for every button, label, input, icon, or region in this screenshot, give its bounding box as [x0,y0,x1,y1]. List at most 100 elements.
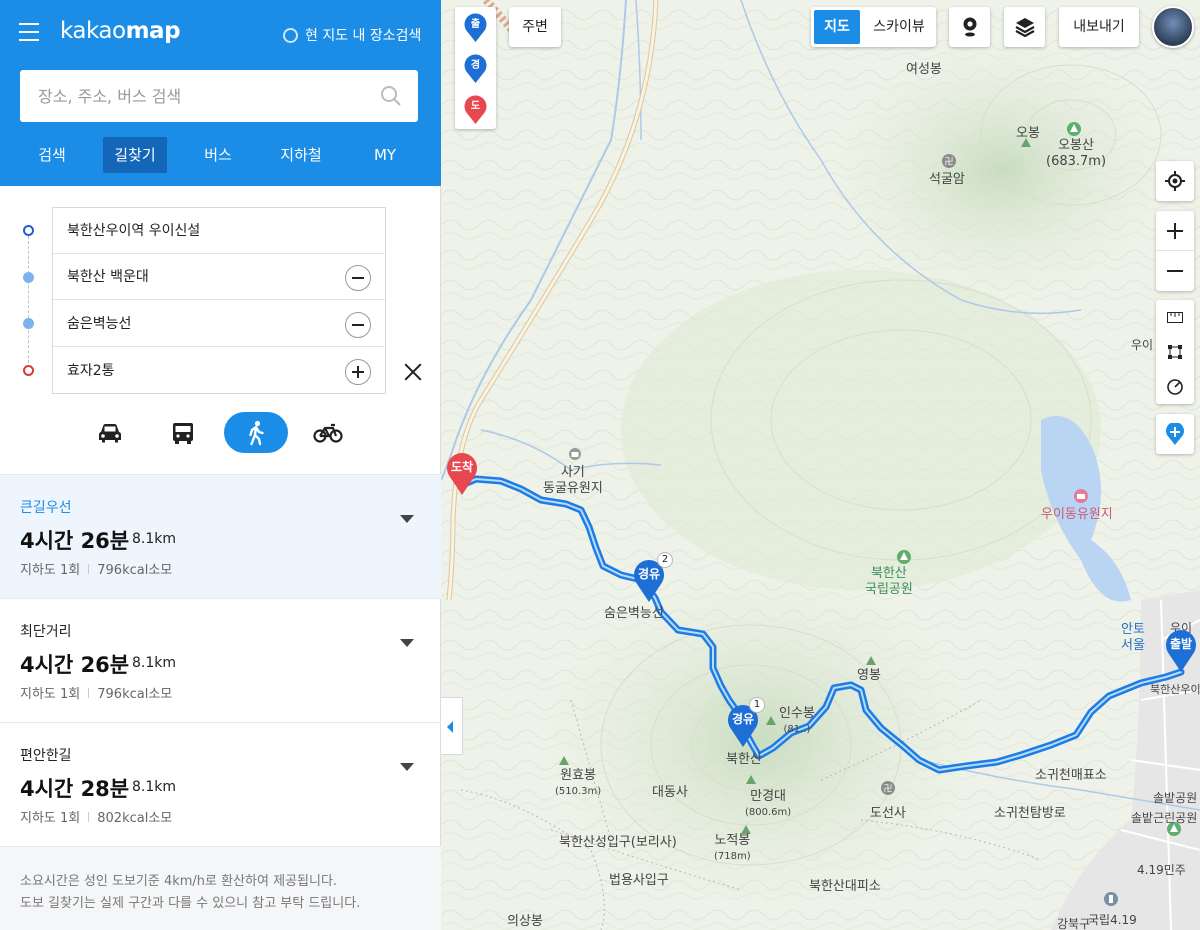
end-marker[interactable]: 도착 [445,451,479,495]
menu-icon[interactable] [19,23,39,41]
sidebar: kakaomap 현 지도 내 장소검색 검색 길찾기 버스 지하철 MY [0,0,441,930]
svg-text:卍: 卍 [883,784,892,795]
route-option-title: 최단거리 [20,624,72,640]
main-tabs: 검색 길찾기 버스 지하철 MY [20,137,420,173]
waypoint-start[interactable]: 북한산우이역 우이신설 [53,208,385,254]
marker-label: 도착 [450,460,474,474]
tab-subway[interactable]: 지하철 [269,137,333,173]
search-box [20,70,418,122]
bike-icon [313,423,343,443]
end-dot [23,365,34,376]
underpass-count: 지하도 1회 [20,563,81,578]
route-option-1[interactable]: 큰길우선 4시간 26분 8.1km 지하도 1회 796kcal소모 [0,474,441,598]
map-label: 솔밭공원 [1153,791,1198,805]
mode-bike-button[interactable] [296,412,360,453]
map-view[interactable]: 卍 卍 여성봉 오봉 오봉산 (683.7m) 석굴암 사기 동굴유원지 우이동유원… [441,0,1200,930]
clear-route-button[interactable] [403,362,423,382]
mode-walk-button[interactable] [224,412,288,453]
map-label: 인수봉 (81..) [779,706,815,735]
tab-bus[interactable]: 버스 [186,137,250,173]
roadview-icon [963,17,976,37]
tab-my[interactable]: MY [353,137,417,173]
chevron-down-icon[interactable] [400,515,414,523]
area-icon [1168,345,1182,359]
route-option-3[interactable]: 편안한길 4시간 28분 8.1km 지하도 1회 802kcal소모 [0,722,441,846]
route-duration: 4시간 26분 [20,653,130,677]
distance-tool-button[interactable] [1156,300,1194,334]
area-tool-button[interactable] [1156,335,1194,369]
peak-icon [746,775,756,784]
collapse-sidebar-button[interactable] [441,697,463,755]
waypoint-via-1[interactable]: 북한산 백운대 [53,254,385,300]
map-label: 우이동유원지 [1041,507,1113,522]
export-button[interactable]: 내보내기 [1059,7,1139,47]
start-dot [23,225,34,236]
map-label: 의상봉 [507,914,543,929]
park-icon [897,550,911,564]
layers-button[interactable] [1004,7,1045,47]
roadview-button[interactable] [949,7,990,47]
monument-icon [1104,892,1118,906]
map-view-button[interactable]: 지도 [814,10,860,44]
map-label: 북한산 국립공원 [865,566,913,597]
skyview-button[interactable]: 스카이뷰 [865,10,933,44]
map-label: 노적봉 (718m) [714,833,751,862]
nearby-button[interactable]: 주변 [509,7,561,47]
add-waypoint-button[interactable] [345,359,371,385]
kakaomap-logo[interactable]: kakaomap [60,18,181,44]
measure-tools [1156,300,1194,404]
zoom-controls [1156,211,1194,291]
map-label: 법용사입구 [609,873,669,888]
peak-icon [559,756,569,765]
waypoint-label: 숨은벽능선 [67,316,132,332]
route-option-title: 큰길우선 [20,500,72,516]
start-pin-button[interactable]: 출 [463,12,488,42]
temple-icon: 卍 [942,154,956,168]
route-distance: 8.1km [132,531,177,547]
add-marker-icon [1166,421,1184,445]
underpass-count: 지하도 1회 [20,687,81,702]
chevron-down-icon[interactable] [400,639,414,647]
tab-directions[interactable]: 길찾기 [103,137,167,173]
waypoint-via-2[interactable]: 숨은벽능선 [53,301,385,347]
via-pin-button[interactable]: 경 [463,53,488,83]
user-avatar[interactable] [1152,6,1194,48]
map-label: 여성봉 [906,62,942,77]
search-input[interactable] [20,70,360,122]
end-pin-button[interactable]: 도 [463,94,488,124]
remove-waypoint-button[interactable] [345,265,371,291]
map-label: 사기 동굴유원지 [543,465,603,496]
waypoint-end[interactable]: 효자2통 [53,348,385,394]
zoom-out-button[interactable] [1156,251,1194,291]
radio-icon [283,27,298,43]
svg-text:도: 도 [471,100,480,112]
remove-waypoint-button[interactable] [345,312,371,338]
mode-bus-button[interactable] [151,412,215,453]
walk-icon [249,420,264,445]
via-index-badge: 2 [657,552,673,568]
svg-text:출: 출 [471,17,480,30]
layers-icon [1014,18,1035,38]
svg-text:卍: 卍 [944,157,953,168]
waypoint-label: 북한산 백운대 [67,269,149,285]
crosshair-icon [1165,171,1185,191]
peak-icon [866,656,876,665]
via-dot [23,272,34,283]
start-marker[interactable]: 출발 [1164,628,1198,672]
add-place-button[interactable] [1156,414,1194,454]
bus-icon [173,422,193,444]
current-location-button[interactable] [1156,161,1194,201]
map-label: 숨은벽능선 [604,606,664,621]
radius-tool-button[interactable] [1156,370,1194,404]
via-index-badge: 1 [749,697,765,713]
chevron-down-icon[interactable] [400,763,414,771]
mode-car-button[interactable] [78,412,142,453]
map-label: 대동사 [652,785,688,800]
route-option-2[interactable]: 최단거리 4시간 26분 8.1km 지하도 1회 796kcal소모 [0,598,441,722]
zoom-in-button[interactable] [1156,211,1194,251]
map-label: 오봉 [1016,126,1040,141]
walking-time-notice: 소요시간은 성인 도보기준 4km/h로 환산하여 제공됩니다. 도보 길찾기는… [0,846,441,930]
search-in-current-map-toggle[interactable]: 현 지도 내 장소검색 [283,25,421,45]
tab-search[interactable]: 검색 [20,137,84,173]
search-icon[interactable] [380,85,402,107]
